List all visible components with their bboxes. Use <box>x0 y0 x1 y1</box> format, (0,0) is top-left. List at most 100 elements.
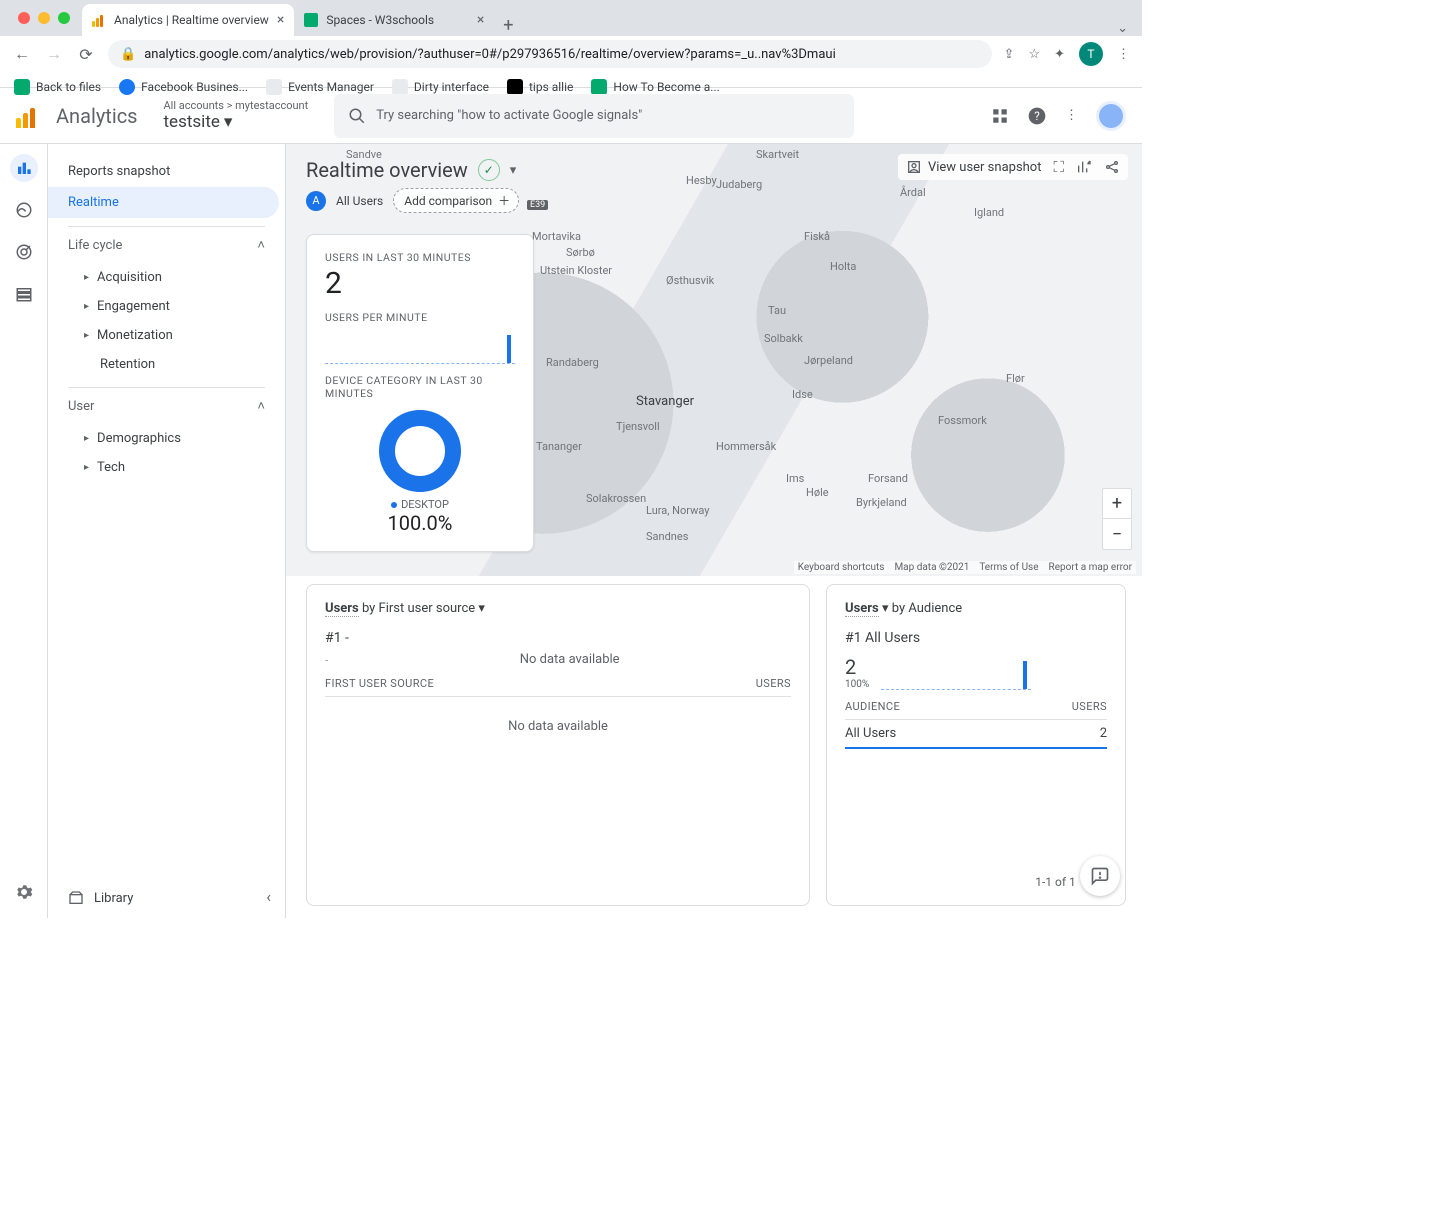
bookmark-item[interactable]: Events Manager <box>266 79 374 95</box>
sidebar-group-lifecycle[interactable]: Life cycle˄ <box>48 227 285 263</box>
sidebar-item-acquisition[interactable]: ▸Acquisition <box>48 263 285 292</box>
star-icon[interactable]: ☆ <box>1028 47 1040 62</box>
caret-down-icon: ▾ <box>882 601 889 616</box>
device-pct: 100.0% <box>325 511 515 535</box>
view-user-snapshot-button[interactable]: View user snapshot <box>906 159 1042 175</box>
browser-tab-inactive[interactable]: Spaces - W3schools × <box>294 4 494 36</box>
tab-close-icon[interactable]: × <box>477 12 484 28</box>
share-icon[interactable] <box>1104 159 1120 175</box>
share-icon[interactable]: ⇪ <box>1004 47 1015 62</box>
kebab-icon[interactable]: ⋮ <box>1117 47 1130 62</box>
admin-gear-icon[interactable] <box>10 878 38 906</box>
tab-close-icon[interactable]: × <box>277 12 284 28</box>
segment-badge: A <box>306 191 326 211</box>
sidebar-item-tech[interactable]: ▸Tech <box>48 453 285 482</box>
map-zoom-control: + − <box>1102 488 1132 550</box>
users-per-min-sparkline <box>325 324 515 364</box>
sidebar-item-engagement[interactable]: ▸Engagement <box>48 292 285 321</box>
map-place-label: Utstein Kloster <box>540 264 612 277</box>
bookmark-item[interactable]: tips allie <box>507 79 573 95</box>
map-place-label: Flør <box>1006 372 1025 385</box>
status-ok-icon[interactable]: ✓ <box>478 159 500 181</box>
segment-label[interactable]: All Users <box>336 194 383 208</box>
search-icon <box>348 107 366 125</box>
sidebar-item-monetization[interactable]: ▸Monetization <box>48 321 285 350</box>
insights-icon[interactable] <box>1076 159 1092 175</box>
map-place-label: Fiskå <box>804 230 830 243</box>
rank-row: #1 - <box>325 630 791 646</box>
account-path: All accounts > mytestaccount <box>164 99 309 112</box>
map-report[interactable]: Report a map error <box>1049 562 1132 573</box>
device-donut-chart <box>379 410 461 492</box>
bookmark-item[interactable]: Dirty interface <box>392 79 489 95</box>
ga-favicon <box>92 13 106 27</box>
sidebar-item-demographics[interactable]: ▸Demographics <box>48 424 285 453</box>
sidebar-reports-snapshot[interactable]: Reports snapshot <box>48 156 285 187</box>
chevron-up-icon: ˄ <box>257 237 265 253</box>
add-comparison-button[interactable]: Add comparison＋ <box>393 188 519 213</box>
caret-down-icon: ▾ <box>224 112 233 132</box>
new-tab-button[interactable]: + <box>494 15 522 36</box>
back-icon[interactable]: ← <box>12 44 32 64</box>
forward-icon: → <box>44 44 64 64</box>
caret-down-icon[interactable]: ▾ <box>510 163 517 178</box>
account-selector[interactable]: All accounts > mytestaccount testsite▾ <box>164 99 309 133</box>
browser-tab-active[interactable]: Analytics | Realtime overview × <box>82 4 294 36</box>
audience-pct: 100% <box>845 679 869 690</box>
panel-first-user-source: Users by First user source ▾ #1 - - No d… <box>306 584 810 906</box>
fullscreen-icon[interactable]: ⛶ <box>1053 158 1064 176</box>
configure-icon[interactable] <box>10 280 38 308</box>
url-text: analytics.google.com/analytics/web/provi… <box>144 47 836 62</box>
page-title: Realtime overview <box>306 158 468 182</box>
map-place-label: Byrkjeland <box>856 496 907 509</box>
reload-icon[interactable]: ⟳ <box>76 45 96 64</box>
map-terms[interactable]: Terms of Use <box>979 562 1038 573</box>
rank-row: #1 All Users <box>845 630 1107 646</box>
map-zoom-out[interactable]: − <box>1103 519 1131 549</box>
sidebar-group-user[interactable]: User˄ <box>48 388 285 424</box>
tab-title: Spaces - W3schools <box>326 13 434 27</box>
map-place-label: Stavanger <box>636 394 694 409</box>
feedback-button[interactable] <box>1080 856 1120 896</box>
collapse-sidebar-icon[interactable]: ‹ <box>266 887 271 906</box>
map-kb-shortcuts[interactable]: Keyboard shortcuts <box>798 562 885 573</box>
explore-icon[interactable] <box>10 196 38 224</box>
map-place-label: Solbakk <box>764 332 803 345</box>
map-zoom-in[interactable]: + <box>1103 489 1131 519</box>
sidebar-library[interactable]: Library <box>68 890 133 906</box>
users-per-min-label: USERS PER MINUTE <box>325 311 515 324</box>
brand-name: Analytics <box>56 104 138 128</box>
audience-value: 2 <box>845 655 869 679</box>
sidebar-item-retention[interactable]: Retention <box>48 350 285 379</box>
macos-close[interactable] <box>18 12 30 24</box>
extensions-icon[interactable]: ✦ <box>1054 47 1065 62</box>
macos-min[interactable] <box>38 12 50 24</box>
sidebar-realtime[interactable]: Realtime <box>48 187 279 218</box>
map-place-label: Mortavika <box>532 230 581 243</box>
advertising-icon[interactable] <box>10 238 38 266</box>
bookmark-item[interactable]: How To Become a... <box>591 79 719 95</box>
user-avatar[interactable] <box>1096 101 1126 131</box>
profile-avatar[interactable]: T <box>1079 42 1103 66</box>
audience-row[interactable]: All Users2 <box>845 720 1107 749</box>
realtime-users-card: USERS IN LAST 30 MINUTES 2 USERS PER MIN… <box>306 234 534 552</box>
reports-icon[interactable] <box>10 154 38 182</box>
map-place-label: Sandnes <box>646 530 688 543</box>
bookmark-item[interactable]: Facebook Busines... <box>119 79 248 95</box>
bookmark-item[interactable]: Back to files <box>14 79 101 95</box>
apps-grid-icon[interactable] <box>991 107 1009 125</box>
caret-down-icon: ▾ <box>478 601 485 616</box>
chevron-down-icon[interactable]: ⌄ <box>1103 21 1142 36</box>
map-place-label: Solakrossen <box>586 492 646 505</box>
help-icon[interactable]: ? <box>1027 106 1047 126</box>
kebab-icon[interactable]: ⋮ <box>1065 108 1078 123</box>
macos-max[interactable] <box>58 12 70 24</box>
panel-title[interactable]: Users by First user source ▾ <box>325 601 791 616</box>
panel-title[interactable]: Users ▾ by Audience <box>845 601 1107 616</box>
search-input[interactable]: Try searching "how to activate Google si… <box>334 94 854 138</box>
map-place-label: Holta <box>830 260 856 273</box>
analytics-logo <box>16 104 40 128</box>
map-place-label: Jørpeland <box>804 354 853 367</box>
address-bar[interactable]: 🔒 analytics.google.com/analytics/web/pro… <box>108 40 992 68</box>
map-place-label: Ims <box>786 472 804 485</box>
